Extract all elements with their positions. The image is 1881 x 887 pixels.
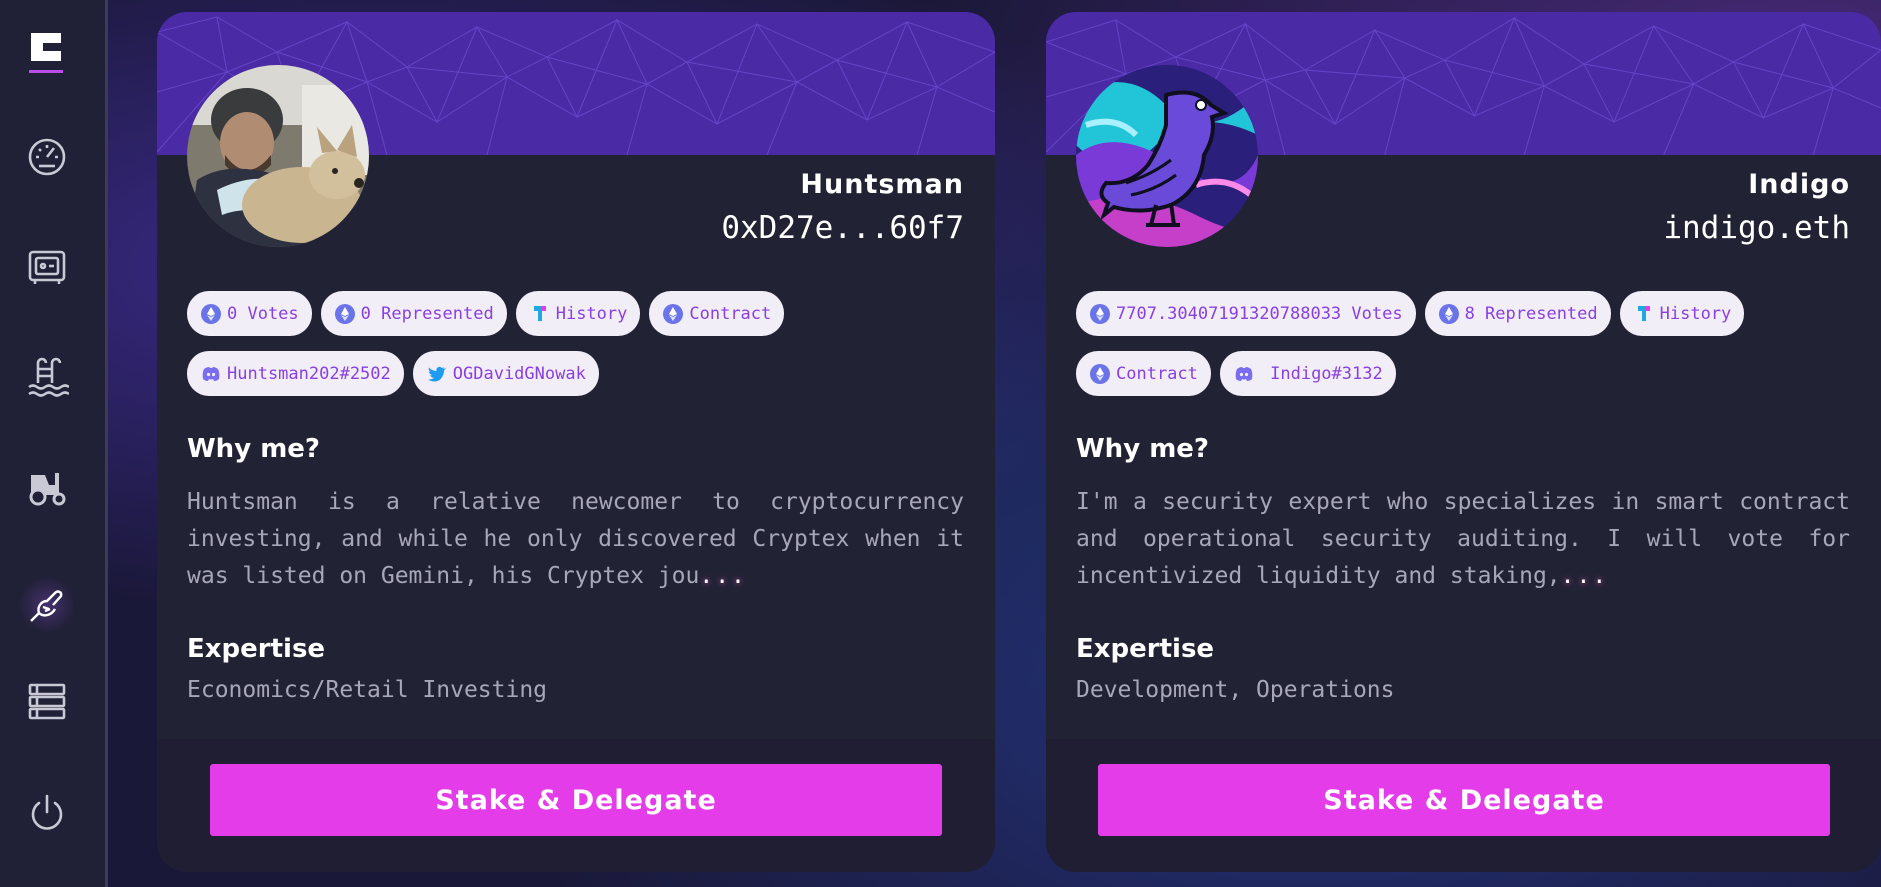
history-pill[interactable]: History [515,291,641,336]
sidebar [0,0,108,887]
votes-pill: 7707.30407191320788033 Votes [1076,291,1416,336]
logo-icon[interactable] [29,31,63,75]
discord-icon [1235,366,1253,381]
why-me-title: Why me? [1076,434,1209,464]
twitter-label: OGDavidGNowak [452,363,586,384]
ethereum-icon [201,303,221,324]
delegate-card: Indigo indigo.eth 7707.30407191320788033… [1046,12,1881,872]
ethereum-icon [334,303,355,324]
contract-label: Contract [689,303,772,324]
why-me-body: I'm a security expert who specializes in… [1076,489,1850,589]
represented-pill: 0 Represented [320,291,507,336]
discord-label: Indigo#3132 [1259,363,1383,384]
why-me-title: Why me? [187,434,320,464]
discord-pill[interactable]: Huntsman202#2502 [187,351,404,396]
ethereum-icon [663,303,684,324]
ethereum-icon [1090,363,1110,384]
twitter-pill[interactable]: OGDavidGNowak [412,351,599,396]
represented-pill: 8 Represented [1424,291,1611,336]
votes-label: 0 Votes [227,303,299,324]
avatar [1076,65,1258,247]
discord-icon [202,366,220,381]
why-me-text: Huntsman is a relative newcomer to crypt… [187,484,964,604]
farm-tractor-icon[interactable] [22,462,72,512]
delegate-pills: 0 Votes 0 Represented History Contract H… [187,291,977,411]
why-me-body: Huntsman is a relative newcomer to crypt… [187,489,964,589]
history-label: History [1659,303,1732,324]
delegate-card: Huntsman 0xD27e...60f7 0 Votes 0 Represe… [157,12,995,872]
delegate-address[interactable]: 0xD27e...60f7 [721,210,964,246]
vault-icon[interactable] [22,243,72,293]
discord-pill[interactable]: Indigo#3132 [1219,351,1396,396]
expertise-text: Development, Operations [1076,677,1395,703]
ethereum-icon [1438,303,1459,324]
contract-pill[interactable]: Contract [649,291,785,336]
delegate-name: Indigo [1748,169,1850,200]
read-more[interactable]: ... [1561,563,1609,589]
represented-label: 0 Represented [360,303,494,324]
tally-icon [533,305,546,321]
represented-label: 8 Represented [1464,303,1598,324]
list-icon[interactable] [22,676,72,726]
expertise-text: Economics/Retail Investing [187,677,548,703]
power-icon[interactable] [22,788,72,838]
twitter-icon [427,366,446,381]
stake-delegate-button[interactable]: Stake & Delegate [210,764,942,836]
contract-label: Contract [1116,363,1198,384]
expertise-title: Expertise [1076,634,1215,664]
discord-label: Huntsman202#2502 [227,363,391,384]
contract-pill[interactable]: Contract [1076,351,1211,396]
delegate-address[interactable]: indigo.eth [1663,210,1850,246]
pool-icon[interactable] [22,352,72,402]
governance-hand-icon[interactable] [18,576,76,634]
read-more[interactable]: ... [699,563,747,589]
avatar [187,65,369,247]
history-label: History [555,303,628,324]
votes-label: 7707.30407191320788033 Votes [1116,303,1403,324]
tally-icon [1637,305,1650,321]
stake-delegate-button[interactable]: Stake & Delegate [1098,764,1830,836]
history-pill[interactable]: History [1619,291,1745,336]
votes-pill: 0 Votes [187,291,312,336]
delegate-pills: 7707.30407191320788033 Votes 8 Represent… [1076,291,1866,411]
dashboard-gauge-icon[interactable] [22,132,72,182]
delegate-name: Huntsman [800,169,964,200]
expertise-title: Expertise [187,634,326,664]
why-me-text: I'm a security expert who specializes in… [1076,484,1850,604]
ethereum-icon [1090,303,1110,324]
